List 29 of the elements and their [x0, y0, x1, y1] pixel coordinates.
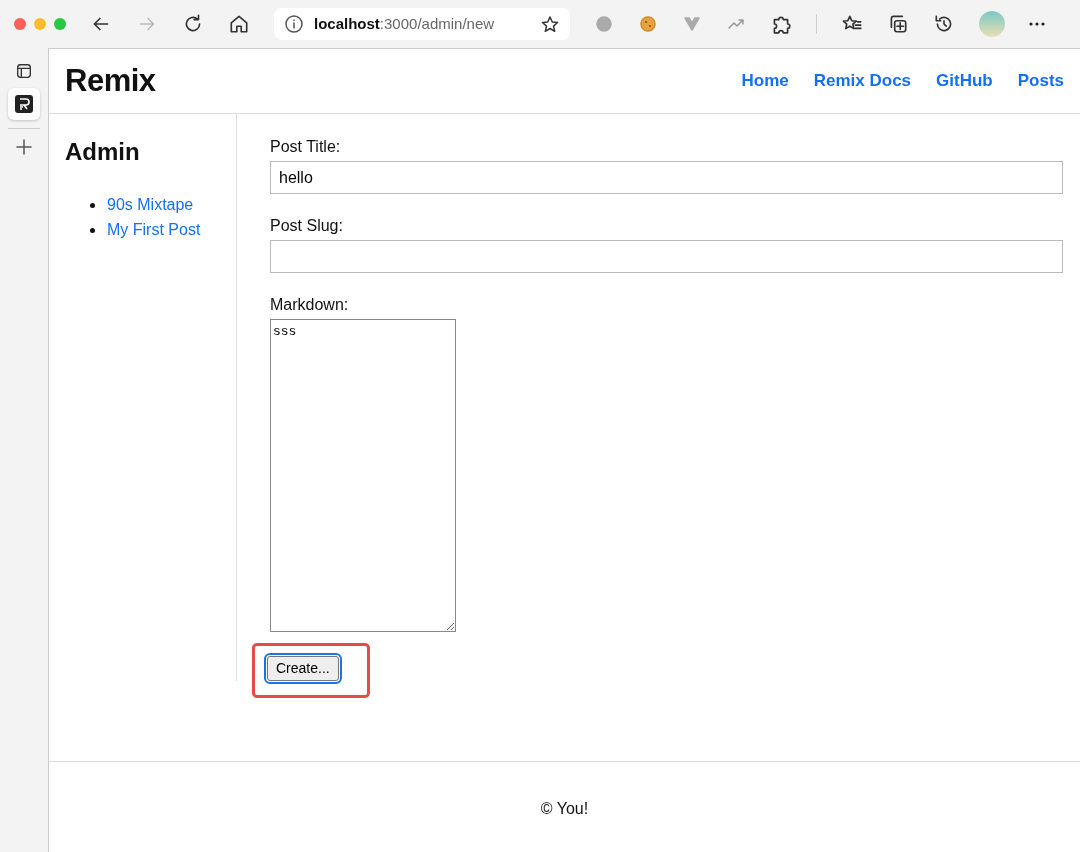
nav-link[interactable]: Home	[741, 68, 789, 94]
post-link[interactable]: My First Post	[107, 218, 201, 243]
remix-tab-icon[interactable]	[8, 88, 40, 120]
bullet-icon	[90, 227, 95, 233]
cookie-icon[interactable]	[638, 14, 658, 34]
url-text: localhost:3000/admin/new	[314, 13, 495, 34]
favorite-add-icon[interactable]	[540, 14, 560, 35]
home-icon[interactable]	[228, 13, 250, 35]
field-label: Markdown:	[270, 295, 350, 315]
bullet-icon	[90, 202, 95, 208]
close-window-icon[interactable]	[14, 18, 26, 30]
text-input-field[interactable]	[270, 240, 1063, 273]
remix-logo[interactable]: Remix	[65, 57, 156, 105]
nav-link[interactable]: Remix Docs	[813, 68, 912, 94]
info-icon	[284, 14, 304, 34]
new-tab-icon[interactable]	[14, 137, 34, 157]
post-link[interactable]: 90s Mixtape	[107, 193, 194, 218]
more-menu-icon[interactable]	[1029, 22, 1045, 26]
markdown-textarea[interactable]: sss	[270, 319, 456, 632]
sidebar-title: Admin	[65, 138, 141, 167]
footer-text: © You!	[540, 799, 589, 819]
text-input-field[interactable]: hello	[270, 161, 1063, 194]
tab-actions-icon[interactable]	[15, 62, 33, 80]
address-bar[interactable]: localhost:3000/admin/new	[274, 8, 570, 40]
nav-link[interactable]: GitHub	[936, 68, 993, 94]
nav-link[interactable]: Posts	[1017, 68, 1064, 94]
field-label: Post Title:	[270, 137, 342, 157]
create-button[interactable]: Create...	[267, 656, 339, 681]
field-label: Post Slug:	[270, 216, 344, 236]
